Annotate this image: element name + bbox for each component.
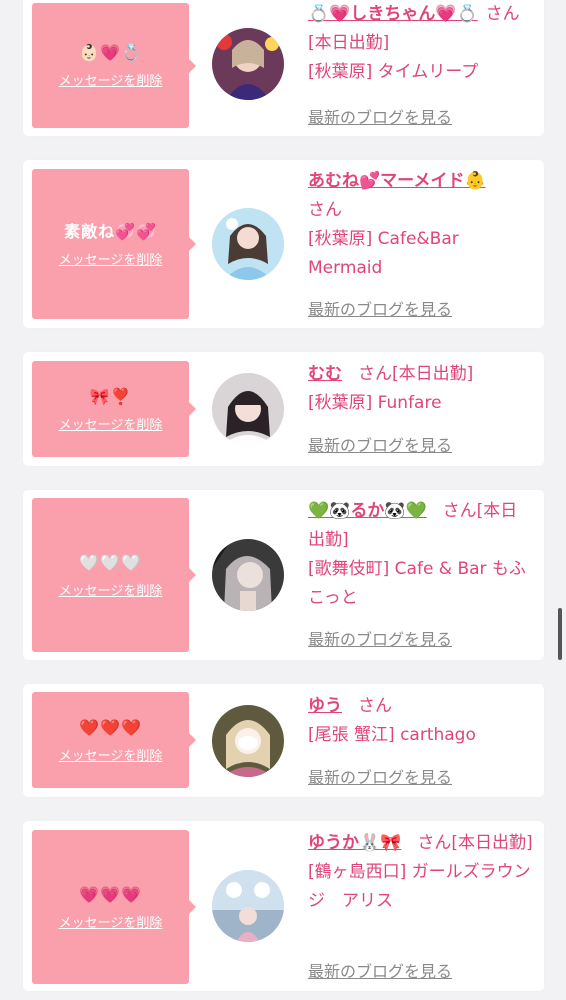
avatar[interactable] — [212, 539, 284, 611]
shop-name: [秋葉原] Funfare — [308, 393, 442, 413]
scrollbar[interactable] — [558, 608, 562, 660]
cast-info: むむ さん[本日出勤] [秋葉原] Funfare — [308, 360, 534, 418]
list-item: ❤️❤️❤️ メッセージを削除 ゆう さん [尾張 蟹江] carthago 最新… — [23, 684, 544, 797]
cast-name-link[interactable]: あむね💕マーメイド👶 — [308, 171, 486, 191]
shop-name: [鶴ヶ島西口] ガールズラウンジ アリス — [308, 862, 531, 911]
cast-name-link[interactable]: ゆうか🐰🎀 — [308, 833, 401, 853]
delete-message-link[interactable]: メッセージを削除 — [59, 580, 163, 599]
message-text: ❤️❤️❤️ — [79, 717, 142, 737]
cast-info: ゆうか🐰🎀 さん[本日出勤] [鶴ヶ島西口] ガールズラウンジ アリス — [308, 829, 534, 916]
avatar[interactable] — [212, 705, 284, 777]
cast-suffix: さん[本日出勤] — [358, 364, 474, 384]
cast-suffix: さん — [358, 696, 392, 716]
avatar[interactable] — [212, 373, 284, 445]
cast-name-link[interactable]: 💍💗しきちゃん💗💍 — [308, 4, 478, 24]
delete-message-link[interactable]: メッセージを削除 — [59, 912, 163, 931]
avatar[interactable] — [212, 28, 284, 100]
message-text: 👶🏻💗💍 — [79, 43, 142, 62]
cast-suffix: さん — [308, 200, 342, 220]
shop-name: [尾張 蟹江] carthago — [308, 725, 476, 745]
message-bubble: ❤️❤️❤️ メッセージを削除 — [32, 692, 196, 788]
list-item: 🎀❣️ メッセージを削除 むむ さん[本日出勤] [秋葉原] Funfare 最新… — [23, 352, 544, 466]
list-item: 素敵ね💞💞 メッセージを削除 あむね💕マーメイド👶 さん [秋葉原] Cafe&… — [23, 160, 544, 328]
latest-blog-link[interactable]: 最新のブログを見る — [308, 764, 452, 788]
cast-suffix: さん[本日出勤] — [417, 833, 533, 853]
cast-name-link[interactable]: ゆう — [308, 696, 342, 716]
cast-info: 💚🐼るか🐼💚 さん[本日出勤] [歌舞伎町] Cafe & Bar もふこっと — [308, 497, 534, 613]
message-bubble: 👶🏻💗💍 メッセージを削除 — [32, 3, 196, 128]
message-bubble: 素敵ね💞💞 メッセージを削除 — [32, 169, 196, 319]
latest-blog-link[interactable]: 最新のブログを見る — [308, 432, 452, 456]
latest-blog-link[interactable]: 最新のブログを見る — [308, 958, 452, 982]
cast-info: ゆう さん [尾張 蟹江] carthago — [308, 692, 534, 750]
delete-message-link[interactable]: メッセージを削除 — [59, 414, 163, 433]
avatar[interactable] — [212, 870, 284, 942]
latest-blog-link[interactable]: 最新のブログを見る — [308, 104, 452, 128]
message-text: 🤍🤍🤍 — [79, 552, 142, 572]
message-bubble: 🤍🤍🤍 メッセージを削除 — [32, 498, 196, 652]
cast-name-link[interactable]: 💚🐼るか🐼💚 — [308, 501, 427, 521]
message-text: 素敵ね💞💞 — [64, 221, 157, 241]
delete-message-link[interactable]: メッセージを削除 — [59, 745, 163, 764]
list-item: 🤍🤍🤍 メッセージを削除 💚🐼るか🐼💚 さん[本日出勤] [歌舞伎町] Cafe … — [23, 490, 544, 660]
shop-name: [秋葉原] Cafe&Bar Mermaid — [308, 229, 459, 278]
latest-blog-link[interactable]: 最新のブログを見る — [308, 296, 452, 320]
delete-message-link[interactable]: メッセージを削除 — [59, 249, 163, 268]
avatar[interactable] — [212, 208, 284, 280]
message-bubble: 🎀❣️ メッセージを削除 — [32, 361, 196, 457]
shop-name: [歌舞伎町] Cafe & Bar もふこっと — [308, 559, 526, 608]
list-item: 💗💗💗 メッセージを削除 ゆうか🐰🎀 さん[本日出勤] [鶴ヶ島西口] ガールズラ… — [23, 821, 544, 991]
message-bubble: 💗💗💗 メッセージを削除 — [32, 830, 196, 984]
cast-name-link[interactable]: むむ — [308, 364, 342, 384]
message-text: 💗💗💗 — [79, 884, 142, 904]
shop-name: [秋葉原] タイムリープ — [308, 62, 479, 82]
list-item: 👶🏻💗💍 メッセージを削除 💍💗しきちゃん💗💍 さん[本日出勤] [秋葉原] タイ… — [23, 0, 544, 136]
delete-message-link[interactable]: メッセージを削除 — [59, 70, 163, 89]
latest-blog-link[interactable]: 最新のブログを見る — [308, 626, 452, 650]
cast-info: 💍💗しきちゃん💗💍 さん[本日出勤] [秋葉原] タイムリープ — [308, 0, 534, 87]
message-text: 🎀❣️ — [89, 386, 132, 406]
cast-info: あむね💕マーメイド👶 さん [秋葉原] Cafe&Bar Mermaid — [308, 167, 534, 283]
